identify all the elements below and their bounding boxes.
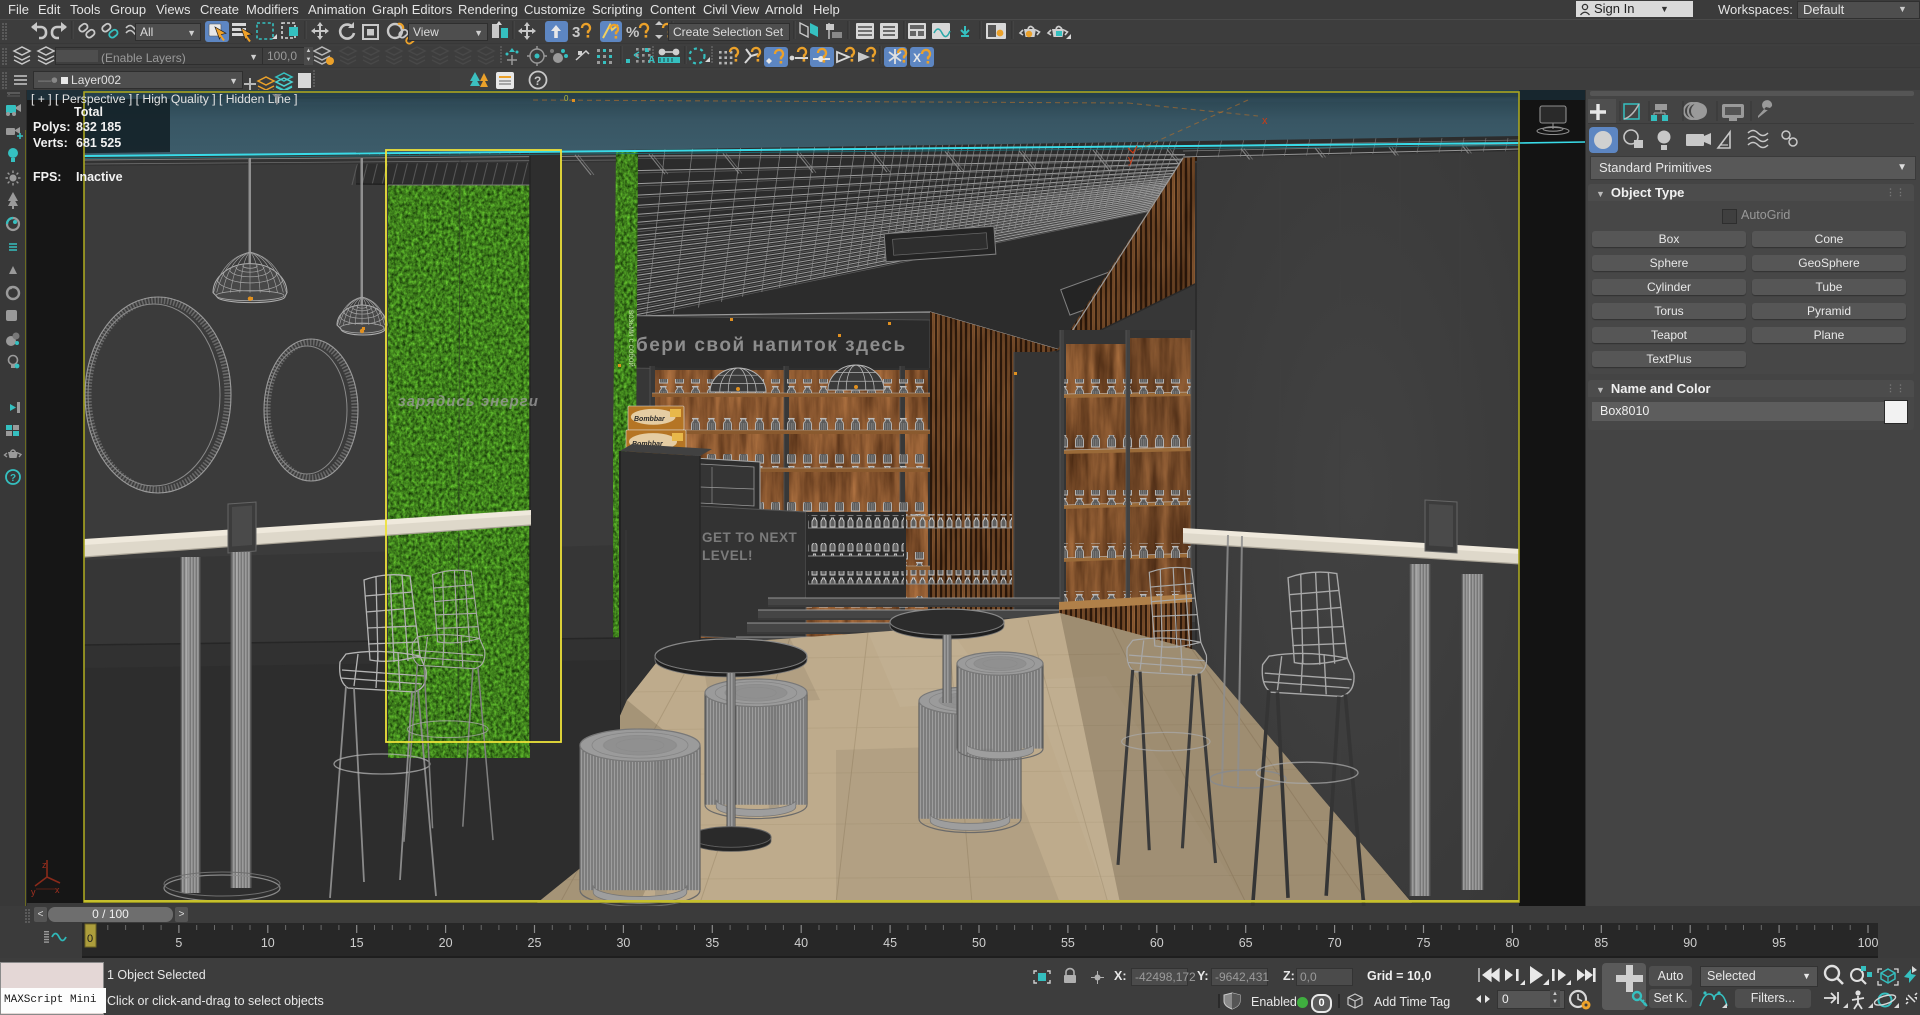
svg-text:возьми с собой: возьми с собой: [627, 310, 636, 367]
svg-text:80: 80: [1505, 936, 1519, 950]
svg-text:0: 0: [87, 933, 93, 945]
svg-text:y: y: [31, 887, 36, 897]
svg-text:50: 50: [972, 936, 986, 950]
svg-text:20: 20: [439, 936, 453, 950]
svg-text:45: 45: [883, 936, 897, 950]
svg-text:30: 30: [616, 936, 630, 950]
svg-text:90: 90: [1683, 936, 1697, 950]
svg-text:55: 55: [1061, 936, 1075, 950]
svg-text:A: A: [648, 55, 655, 66]
svg-text:100: 100: [1858, 936, 1879, 950]
svg-text:681 525: 681 525: [76, 136, 121, 150]
svg-text:z: z: [42, 860, 47, 870]
svg-text:70: 70: [1328, 936, 1342, 950]
svg-text:?: ?: [534, 74, 541, 88]
svg-text:FPS:: FPS:: [33, 170, 61, 184]
svg-text:Inactive: Inactive: [76, 170, 123, 184]
svg-text:X: X: [913, 51, 921, 65]
svg-text:LEVEL!: LEVEL!: [702, 548, 753, 563]
svg-text:95: 95: [1772, 936, 1786, 950]
svg-text:40: 40: [794, 936, 808, 950]
svg-text:бери свой напиток здесь: бери свой напиток здесь: [636, 335, 907, 356]
svg-text:832 185: 832 185: [76, 120, 121, 134]
svg-text:y: y: [1128, 154, 1134, 166]
svg-text:GET TO NEXT: GET TO NEXT: [702, 530, 798, 545]
svg-text:35: 35: [705, 936, 719, 950]
svg-text:?: ?: [10, 473, 16, 484]
svg-text:60: 60: [1150, 936, 1164, 950]
svg-text:Bombbar: Bombbar: [634, 416, 666, 423]
svg-text:5: 5: [175, 936, 182, 950]
svg-text:зарядись энерги: зарядись энерги: [398, 393, 539, 410]
svg-text:75: 75: [1417, 936, 1431, 950]
svg-text:Total: Total: [74, 105, 103, 119]
svg-text:3: 3: [572, 24, 580, 41]
svg-text:x: x: [55, 885, 60, 895]
svg-text:10: 10: [261, 936, 275, 950]
svg-text:Verts:: Verts:: [33, 136, 68, 150]
svg-text:15: 15: [350, 936, 364, 950]
svg-text:25: 25: [528, 936, 542, 950]
svg-text:0: 0: [564, 94, 569, 103]
svg-text:%: %: [626, 24, 639, 41]
svg-text:85: 85: [1594, 936, 1608, 950]
svg-text:[ + ] [ Perspective ] [ High: [ + ] [ Perspective ] [ High Quality ] […: [31, 92, 298, 106]
svg-text:65: 65: [1239, 936, 1253, 950]
svg-text:x: x: [1262, 115, 1268, 127]
svg-text:Polys:: Polys:: [33, 120, 71, 134]
